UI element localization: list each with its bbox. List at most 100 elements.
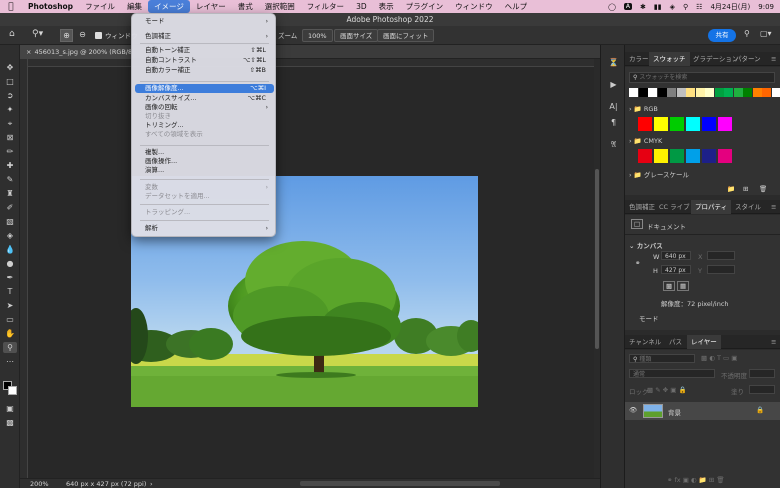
tab-patterns[interactable]: パターン bbox=[735, 52, 761, 66]
zoom-tool-icon[interactable]: ⚲▾ bbox=[32, 29, 43, 39]
menu-select[interactable]: 選択範囲 bbox=[259, 0, 301, 13]
fit-screen-button[interactable]: 画面にフィット bbox=[377, 29, 435, 42]
tab-channels[interactable]: チャンネル bbox=[629, 335, 661, 349]
search-icon[interactable]: ⚲ bbox=[744, 29, 750, 38]
menu-photoshop[interactable]: Photoshop bbox=[22, 0, 79, 13]
tab-properties[interactable]: プロパティ bbox=[691, 200, 732, 214]
path-select-tool-icon[interactable]: ➤ bbox=[3, 300, 17, 311]
color-swatch[interactable] bbox=[686, 117, 700, 131]
swatch-search-input[interactable]: ⚲ スウォッチを検索 bbox=[629, 72, 775, 83]
opacity-field[interactable] bbox=[749, 369, 775, 378]
brush-tool-icon[interactable]: ✎ bbox=[3, 174, 17, 185]
menu-plugins[interactable]: プラグイン bbox=[400, 0, 450, 13]
menu-edit[interactable]: 編集 bbox=[121, 0, 148, 13]
tab-styles[interactable]: スタイル bbox=[735, 200, 761, 214]
tab-paths[interactable]: パス bbox=[669, 335, 682, 349]
color-swatch[interactable] bbox=[762, 88, 771, 97]
more-tools-icon[interactable]: ⋯ bbox=[3, 356, 17, 367]
creative-cloud-icon[interactable]: ◯ bbox=[608, 3, 616, 11]
input-source-icon[interactable]: A bbox=[623, 3, 633, 10]
menu-window[interactable]: ウィンドウ bbox=[449, 0, 499, 13]
tab-color[interactable]: カラー bbox=[629, 52, 649, 66]
color-swatch[interactable] bbox=[705, 88, 714, 97]
link-icon[interactable]: ⚭ bbox=[635, 259, 640, 267]
fill-field[interactable] bbox=[749, 385, 775, 394]
color-swatch[interactable] bbox=[695, 88, 705, 97]
tab-adjustments[interactable]: 色調補正 bbox=[629, 200, 655, 214]
scroll-thumb[interactable] bbox=[595, 169, 599, 349]
swatch-group-rgb[interactable]: › 📁 RGB bbox=[629, 105, 658, 113]
tab-swatches[interactable]: スウォッチ bbox=[649, 52, 690, 66]
rectangle-tool-icon[interactable]: ▭ bbox=[3, 314, 17, 325]
status-info[interactable]: 640 px x 427 px (72 ppi) bbox=[66, 479, 146, 488]
tab-layers[interactable]: レイヤー bbox=[687, 335, 721, 349]
menu-item-canvas-size[interactable]: カンバスサイズ... ⌥⌘C bbox=[135, 94, 274, 103]
swatch-group-cmyk[interactable]: › 📁 CMYK bbox=[629, 137, 662, 145]
tab-gradients[interactable]: グラデーション bbox=[693, 52, 738, 66]
eraser-tool-icon[interactable]: ▧ bbox=[3, 216, 17, 227]
bluetooth-icon[interactable]: ✱ bbox=[640, 3, 646, 11]
horizontal-scrollbar[interactable] bbox=[300, 481, 500, 486]
panel-menu-icon[interactable]: ≡ bbox=[771, 200, 776, 214]
blur-tool-icon[interactable]: 💧 bbox=[3, 244, 17, 255]
canvas-height-field[interactable]: 427 px bbox=[661, 265, 691, 274]
home-icon[interactable]: ⌂ bbox=[9, 29, 15, 39]
color-swatch[interactable] bbox=[629, 88, 638, 97]
layer-filter-select[interactable]: ⚲ 種類 bbox=[629, 354, 695, 363]
healing-brush-tool-icon[interactable]: ✚ bbox=[3, 160, 17, 171]
color-swatch[interactable] bbox=[686, 88, 695, 97]
color-swatch[interactable] bbox=[718, 117, 732, 131]
ruler-horizontal[interactable] bbox=[28, 59, 594, 67]
color-swatch[interactable] bbox=[670, 149, 684, 163]
marquee-tool-icon[interactable]: □ bbox=[3, 76, 17, 87]
menu-item-image-size[interactable]: 画像解像度... ⌥⌘I bbox=[135, 84, 274, 93]
menu-3d[interactable]: 3D bbox=[350, 0, 373, 13]
menu-item-auto-color[interactable]: 自動カラー補正 ⇧⌘B bbox=[135, 66, 274, 75]
background-color-swatch[interactable] bbox=[8, 386, 17, 395]
blend-mode-select[interactable]: 通常 bbox=[629, 369, 715, 378]
type-tool-icon[interactable]: T bbox=[3, 286, 17, 297]
dodge-tool-icon[interactable]: ● bbox=[3, 258, 17, 269]
menu-item-analysis[interactable]: 解析 › bbox=[135, 224, 274, 233]
eyedropper-tool-icon[interactable]: ✏ bbox=[3, 146, 17, 157]
menu-layer[interactable]: レイヤー bbox=[190, 0, 232, 13]
panel-menu-icon[interactable]: ≡ bbox=[771, 335, 776, 349]
wifi-icon[interactable]: ◈ bbox=[670, 3, 675, 11]
menu-type[interactable]: 書式 bbox=[232, 0, 259, 13]
color-swatch[interactable] bbox=[771, 88, 780, 97]
menu-image[interactable]: イメージ bbox=[148, 0, 190, 13]
menu-item-duplicate[interactable]: 複製... bbox=[135, 148, 274, 157]
canvas-section-title[interactable]: ⌄ カンバス bbox=[629, 240, 663, 250]
new-swatch-icon[interactable]: ⊞ bbox=[743, 185, 748, 193]
color-swatch[interactable] bbox=[676, 88, 686, 97]
move-tool-icon[interactable]: ✥ bbox=[3, 62, 17, 73]
color-swatch[interactable] bbox=[657, 88, 667, 97]
new-group-icon[interactable]: 📁 bbox=[727, 185, 735, 193]
zoom-100-button[interactable]: 100% bbox=[302, 29, 333, 42]
landscape-icon[interactable]: ▦ bbox=[677, 281, 690, 291]
color-swatch[interactable] bbox=[714, 88, 724, 97]
share-button[interactable]: 共有 bbox=[708, 29, 736, 42]
menu-item-calculations[interactable]: 演算... bbox=[135, 166, 274, 175]
hand-tool-icon[interactable]: ✋ bbox=[3, 328, 17, 339]
status-arrow-icon[interactable]: › bbox=[150, 479, 153, 488]
menu-item-auto-tone[interactable]: 自動トーン補正 ⇧⌘L bbox=[135, 46, 274, 55]
menu-filter[interactable]: フィルター bbox=[301, 0, 350, 13]
visibility-eye-icon[interactable]: 👁 bbox=[629, 406, 637, 414]
search-icon[interactable]: ⚲ bbox=[683, 3, 688, 11]
color-swatch[interactable] bbox=[654, 149, 668, 163]
status-zoom[interactable]: 200% bbox=[30, 479, 49, 488]
quick-mask-icon[interactable]: ▣ bbox=[3, 403, 17, 414]
history-icon[interactable]: ⏳ bbox=[607, 57, 620, 69]
ruler-vertical[interactable] bbox=[20, 59, 28, 478]
lasso-tool-icon[interactable]: ➲ bbox=[3, 90, 17, 101]
character-icon[interactable]: A| bbox=[607, 101, 620, 113]
actions-icon[interactable]: ▶ bbox=[607, 79, 620, 91]
color-swatch[interactable] bbox=[724, 88, 733, 97]
menu-item-mode[interactable]: モード › bbox=[135, 17, 274, 26]
color-swatch[interactable] bbox=[752, 88, 762, 97]
color-swatch[interactable] bbox=[702, 149, 716, 163]
glyphs-icon[interactable]: 𝔄 bbox=[607, 139, 620, 151]
swatch-group-grayscale[interactable]: › 📁 グレースケール bbox=[629, 169, 689, 179]
paragraph-icon[interactable]: ¶ bbox=[607, 117, 620, 129]
